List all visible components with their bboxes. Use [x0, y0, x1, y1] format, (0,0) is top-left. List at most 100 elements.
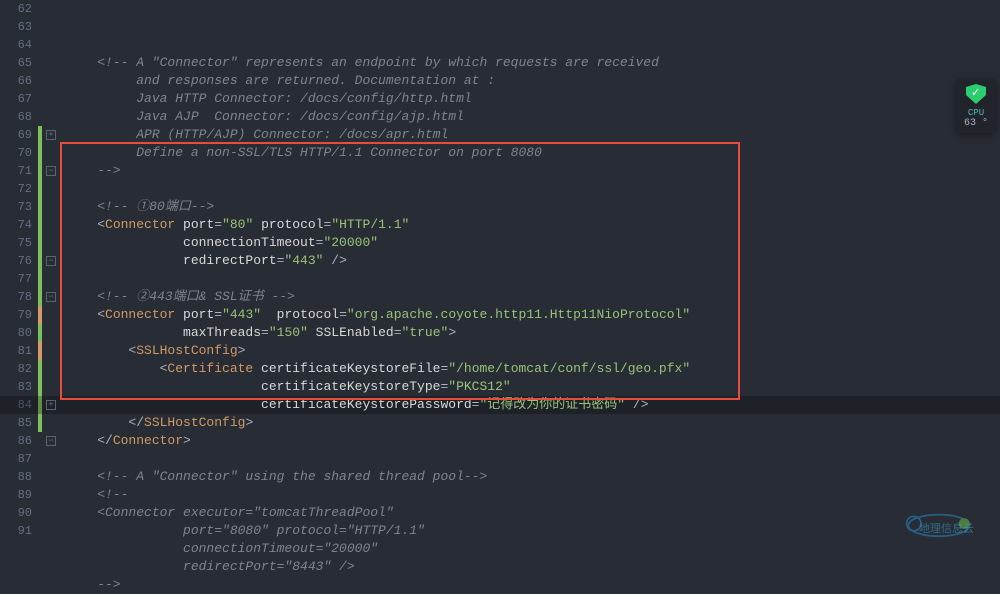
- code-line[interactable]: -->: [66, 576, 1000, 594]
- line-number[interactable]: 66: [10, 72, 32, 90]
- code-line[interactable]: Java AJP Connector: /docs/config/ajp.htm…: [66, 108, 1000, 126]
- fold-spacer: [42, 144, 60, 162]
- line-number[interactable]: 72: [10, 180, 32, 198]
- fold-expand-icon[interactable]: [42, 126, 60, 144]
- code-line[interactable]: <Connector port="443" protocol="org.apac…: [66, 306, 1000, 324]
- line-number[interactable]: 90: [10, 504, 32, 522]
- line-number[interactable]: 63: [10, 18, 32, 36]
- code-token: certificateKeystorePassword: [66, 397, 472, 412]
- code-editor: 6263646566676869707172737475767778798081…: [0, 0, 1000, 552]
- code-line[interactable]: Define a non-SSL/TLS HTTP/1.1 Connector …: [66, 144, 1000, 162]
- code-line[interactable]: port="8080" protocol="HTTP/1.1": [66, 522, 1000, 540]
- code-token: <: [66, 307, 105, 322]
- code-token: Java AJP Connector: /docs/config/ajp.htm…: [66, 109, 464, 124]
- line-number[interactable]: 82: [10, 360, 32, 378]
- fold-spacer: [42, 378, 60, 396]
- code-token: maxThreads: [66, 325, 261, 340]
- code-line[interactable]: -->: [66, 162, 1000, 180]
- code-token: "443": [284, 253, 323, 268]
- fold-column[interactable]: [42, 0, 60, 552]
- code-token: "HTTP/1.1": [331, 217, 409, 232]
- code-line[interactable]: connectionTimeout="20000": [66, 540, 1000, 558]
- code-line[interactable]: certificateKeystoreType="PKCS12": [66, 378, 1000, 396]
- line-number[interactable]: 75: [10, 234, 32, 252]
- line-number[interactable]: 79: [10, 306, 32, 324]
- fold-spacer: [42, 0, 60, 18]
- code-token: APR (HTTP/AJP) Connector: /docs/apr.html: [66, 127, 448, 142]
- fold-spacer: [42, 36, 60, 54]
- line-number[interactable]: 76: [10, 252, 32, 270]
- code-line[interactable]: <Certificate certificateKeystoreFile="/h…: [66, 360, 1000, 378]
- code-area[interactable]: <!-- A "Connector" represents an endpoin…: [60, 0, 1000, 552]
- code-token: >: [183, 433, 191, 448]
- code-line[interactable]: and responses are returned. Documentatio…: [66, 72, 1000, 90]
- line-number[interactable]: 64: [10, 36, 32, 54]
- fold-spacer: [42, 486, 60, 504]
- line-number[interactable]: 83: [10, 378, 32, 396]
- code-token: =: [261, 325, 269, 340]
- code-line[interactable]: [66, 270, 1000, 288]
- code-line[interactable]: redirectPort="443" />: [66, 252, 1000, 270]
- fold-collapse-icon[interactable]: [42, 162, 60, 180]
- line-number[interactable]: 89: [10, 486, 32, 504]
- code-token: Connector: [105, 217, 175, 232]
- code-line[interactable]: <!-- A "Connector" represents an endpoin…: [66, 54, 1000, 72]
- code-line[interactable]: certificateKeystorePassword="记得改为你的证书密码"…: [66, 396, 1000, 414]
- code-line[interactable]: <SSLHostConfig>: [66, 342, 1000, 360]
- code-line[interactable]: <Connector executor="tomcatThreadPool": [66, 504, 1000, 522]
- code-token: protocol: [269, 307, 339, 322]
- line-number[interactable]: 91: [10, 522, 32, 540]
- code-token: <!-- ①80端口-->: [66, 199, 214, 214]
- fold-spacer: [42, 54, 60, 72]
- code-token: Connector: [113, 433, 183, 448]
- code-token: connectionTimeout="20000": [66, 541, 378, 556]
- line-number[interactable]: 67: [10, 90, 32, 108]
- line-number[interactable]: 74: [10, 216, 32, 234]
- line-number[interactable]: 86: [10, 432, 32, 450]
- line-number[interactable]: 73: [10, 198, 32, 216]
- code-line[interactable]: maxThreads="150" SSLEnabled="true">: [66, 324, 1000, 342]
- code-token: -->: [66, 577, 121, 592]
- line-number[interactable]: 87: [10, 450, 32, 468]
- line-number[interactable]: 81: [10, 342, 32, 360]
- line-number[interactable]: 68: [10, 108, 32, 126]
- code-token: />: [625, 397, 648, 412]
- code-token: <Connector executor="tomcatThreadPool": [66, 505, 394, 520]
- code-token: =: [214, 307, 222, 322]
- fold-expand-icon[interactable]: [42, 396, 60, 414]
- fold-collapse-icon[interactable]: [42, 252, 60, 270]
- code-line[interactable]: <!--: [66, 486, 1000, 504]
- code-line[interactable]: Java HTTP Connector: /docs/config/http.h…: [66, 90, 1000, 108]
- line-number[interactable]: 78: [10, 288, 32, 306]
- fold-spacer: [42, 18, 60, 36]
- line-number[interactable]: 65: [10, 54, 32, 72]
- code-line[interactable]: <!-- A "Connector" using the shared thre…: [66, 468, 1000, 486]
- system-monitor-widget[interactable]: CPU 63 °: [956, 78, 996, 133]
- code-token: "PKCS12": [448, 379, 510, 394]
- code-line[interactable]: <!-- ①80端口-->: [66, 198, 1000, 216]
- code-line[interactable]: </SSLHostConfig>: [66, 414, 1000, 432]
- line-number[interactable]: 88: [10, 468, 32, 486]
- line-number[interactable]: 70: [10, 144, 32, 162]
- code-line[interactable]: redirectPort="8443" />: [66, 558, 1000, 576]
- line-number-gutter[interactable]: 6263646566676869707172737475767778798081…: [0, 0, 38, 552]
- code-token: "org.apache.coyote.http11.Http11NioProto…: [347, 307, 690, 322]
- fold-collapse-icon[interactable]: [42, 288, 60, 306]
- code-line[interactable]: </Connector>: [66, 432, 1000, 450]
- code-token: <: [66, 361, 167, 376]
- code-token: port: [175, 217, 214, 232]
- code-line[interactable]: <Connector port="80" protocol="HTTP/1.1": [66, 216, 1000, 234]
- line-number[interactable]: 77: [10, 270, 32, 288]
- code-line[interactable]: connectionTimeout="20000": [66, 234, 1000, 252]
- code-line[interactable]: <!-- ②443端口& SSL证书 -->: [66, 288, 1000, 306]
- line-number[interactable]: 62: [10, 0, 32, 18]
- fold-collapse-icon[interactable]: [42, 432, 60, 450]
- code-token: SSLHostConfig: [144, 415, 245, 430]
- line-number[interactable]: 80: [10, 324, 32, 342]
- line-number[interactable]: 69: [10, 126, 32, 144]
- code-line[interactable]: [66, 180, 1000, 198]
- code-line[interactable]: APR (HTTP/AJP) Connector: /docs/apr.html: [66, 126, 1000, 144]
- line-number[interactable]: 85: [10, 414, 32, 432]
- code-line[interactable]: [66, 450, 1000, 468]
- line-number[interactable]: 71: [10, 162, 32, 180]
